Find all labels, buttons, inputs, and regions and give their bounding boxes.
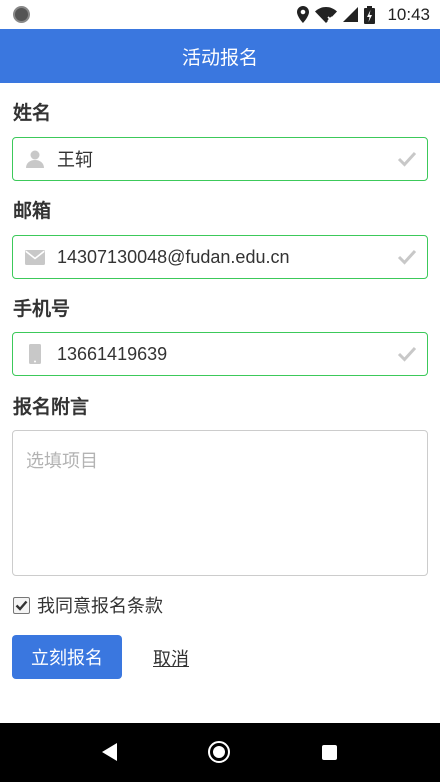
agree-row[interactable]: 我同意报名条款 (13, 593, 163, 617)
mobile-icon (13, 333, 57, 375)
phone-field[interactable]: 13661419639 (12, 332, 428, 376)
email-field[interactable]: 14307130048@fudan.edu.cn (12, 235, 428, 279)
home-icon[interactable] (208, 741, 230, 763)
signal-icon (343, 7, 359, 22)
agree-label[interactable]: 我同意报名条款 (37, 592, 163, 618)
check-icon (387, 138, 427, 180)
wifi-icon (315, 6, 338, 23)
app-bar: 活动报名 (0, 29, 440, 83)
check-icon (387, 236, 427, 278)
email-value: 14307130048@fudan.edu.cn (57, 246, 290, 267)
name-field[interactable]: 王轲 (12, 137, 428, 181)
checkmark-icon (15, 600, 28, 611)
note-textarea[interactable]: 选填项目 (12, 430, 428, 576)
submit-button[interactable]: 立刻报名 (12, 635, 122, 679)
cancel-link[interactable]: 取消 (153, 645, 189, 671)
envelope-icon (13, 236, 57, 278)
phone-label: 手机号 (13, 298, 71, 320)
navigation-bar (0, 723, 440, 782)
recents-icon[interactable] (322, 745, 337, 760)
notification-icon (13, 6, 30, 23)
user-icon (13, 138, 57, 180)
agree-checkbox[interactable] (13, 596, 30, 614)
note-label: 报名附言 (13, 396, 90, 418)
status-bar: 10:43 (0, 0, 440, 29)
check-icon (387, 333, 427, 375)
phone-value: 13661419639 (57, 343, 168, 364)
page-title: 活动报名 (181, 46, 258, 69)
back-icon[interactable] (102, 743, 118, 765)
name-value: 王轲 (57, 150, 93, 170)
status-time: 10:43 (387, 4, 430, 24)
battery-icon (364, 5, 376, 24)
email-label: 邮箱 (13, 200, 52, 222)
status-icons: 10:43 (297, 0, 430, 29)
name-label: 姓名 (13, 102, 52, 124)
location-icon (297, 6, 310, 23)
note-placeholder: 选填项目 (26, 451, 98, 472)
